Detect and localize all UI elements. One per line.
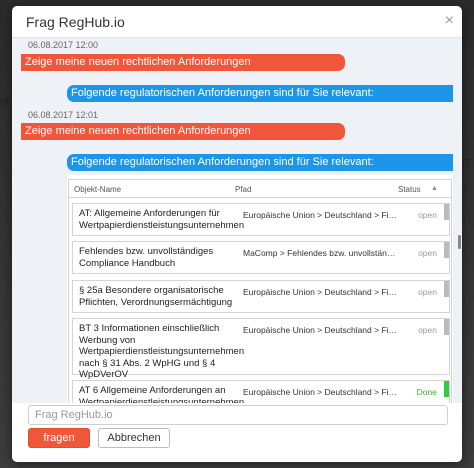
cancel-button[interactable]: Abbrechen [98,428,170,448]
requirements-card: Objekt-Name Pfad Status ▲ AT: Allgemeine… [67,175,453,403]
user-message: Zeige meine neuen rechtlichen Anforderun… [21,54,345,71]
sort-ascending-icon[interactable]: ▲ [431,185,438,192]
dialog-title: Frag RegHub.io [26,14,125,30]
table-row[interactable]: AT 6 Allgemeine Anforderungen an Wertpap… [72,380,450,403]
row-path: Europäische Union > Deutschland > Finanz… [243,325,399,335]
row-name: Fehlendes bzw. unvollständiges Complianc… [79,246,214,269]
background-page-text: T [462,186,469,197]
background-page-text: ge [0,96,12,107]
ask-button[interactable]: fragen [28,428,90,448]
dialog-header: Frag RegHub.io × [12,6,462,38]
bot-message: Folgende regulatorischen Anforderungen s… [67,154,453,171]
row-name: § 25a Besondere organisatorische Pflicht… [79,285,233,308]
row-name: BT 3 Informationen einschließlich Werbun… [79,323,245,380]
chat-scrollbar-thumb[interactable] [458,235,461,249]
column-header-path[interactable]: Pfad [235,185,251,194]
status-indicator [444,281,449,297]
table-row[interactable]: § 25a Besondere organisatorische Pflicht… [72,280,450,313]
status-indicator [444,381,449,397]
status-indicator [444,242,449,258]
message-timestamp: 06.08.2017 12:01 [28,110,99,120]
message-timestamp: 06.08.2017 12:00 [28,40,99,50]
row-status: open [418,287,437,297]
row-path: Europäische Union > Deutschland > Finanz… [243,287,399,297]
row-status: open [418,248,437,258]
table-row[interactable]: Fehlendes bzw. unvollständiges Complianc… [72,241,450,274]
chat-history[interactable]: 06.08.2017 12:00 Zeige meine neuen recht… [12,38,462,403]
row-path: MaComp > Fehlendes bzw. unvollständiges … [243,248,399,258]
column-header-name[interactable]: Objekt-Name [74,185,121,194]
user-message: Zeige meine neuen rechtlichen Anforderun… [21,123,345,140]
table-header: Objekt-Name Pfad Status ▲ [69,180,451,198]
bot-message: Folgende regulatorischen Anforderungen s… [67,85,453,102]
row-name: AT 6 Allgemeine Anforderungen an Wertpap… [79,385,245,403]
requirements-table: Objekt-Name Pfad Status ▲ AT: Allgemeine… [68,179,452,403]
row-status: open [418,210,437,220]
chat-dialog: Frag RegHub.io × 06.08.2017 12:00 Zeige … [12,6,462,462]
table-row[interactable]: BT 3 Informationen einschließlich Werbun… [72,318,450,380]
status-indicator [444,319,449,335]
row-status: Done [416,387,437,397]
row-path: Europäische Union > Deutschland > Finanz… [243,210,399,220]
background-page-text: IT [462,158,471,169]
question-input[interactable] [28,405,448,425]
row-name: AT: Allgemeine Anforderungen für Wertpap… [79,208,245,231]
row-path: Europäische Union > Deutschland > Finanz… [243,387,399,397]
close-icon[interactable]: × [445,13,454,29]
table-row[interactable]: AT: Allgemeine Anforderungen für Wertpap… [72,203,450,236]
column-header-status[interactable]: Status [398,185,421,194]
row-status: open [418,325,437,335]
status-indicator [444,204,449,220]
